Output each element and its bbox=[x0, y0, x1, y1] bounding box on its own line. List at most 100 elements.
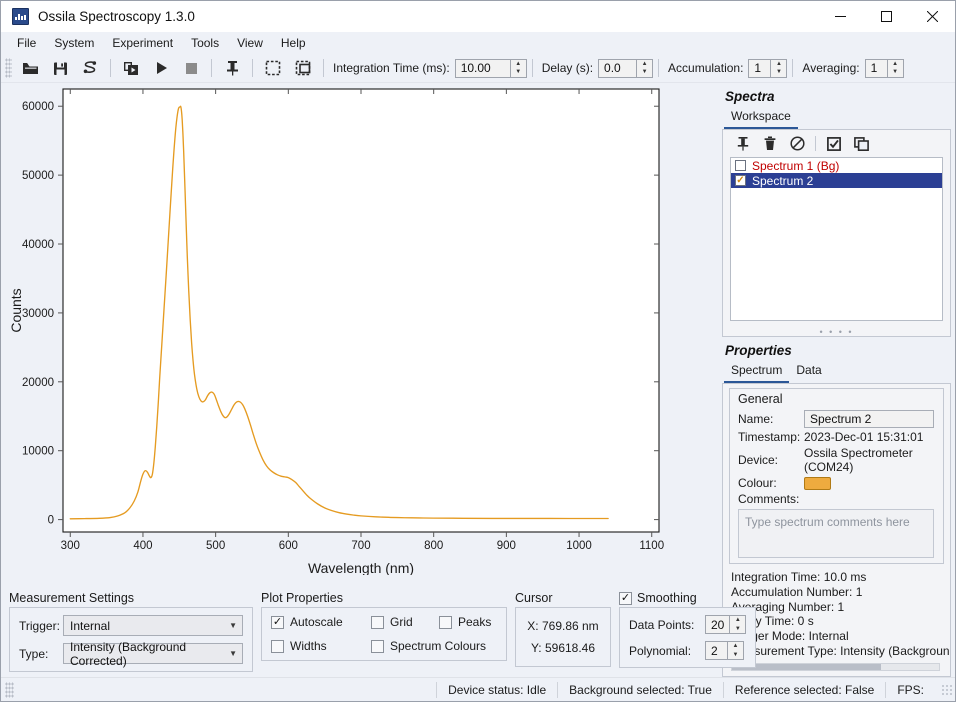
polynomial-arrows[interactable]: ▲ ▼ bbox=[727, 641, 744, 660]
spectra-title: Spectra bbox=[725, 89, 775, 104]
measurement-settings-caption: Measurement Settings bbox=[9, 591, 135, 605]
duplicate-icon[interactable] bbox=[848, 133, 874, 155]
delay-arrows[interactable]: ▲ ▼ bbox=[636, 58, 654, 78]
acquisition-metadata: Integration Time: 10.0 ms Accumulation N… bbox=[723, 564, 950, 659]
menu-item-view[interactable]: View bbox=[229, 33, 271, 53]
menu-item-experiment[interactable]: Experiment bbox=[104, 33, 181, 53]
spectra-list[interactable]: Spectrum 1 (Bg) ✓ Spectrum 2 bbox=[730, 157, 943, 321]
averaging-arrows[interactable]: ▲ ▼ bbox=[886, 58, 904, 78]
checkbox-peaks[interactable]: Peaks bbox=[439, 615, 491, 629]
delay-up[interactable]: ▲ bbox=[637, 60, 652, 69]
data-points-down[interactable]: ▼ bbox=[730, 625, 745, 634]
integration-time-arrows[interactable]: ▲ ▼ bbox=[509, 58, 527, 78]
bottom-settings-bar: Measurement Settings Trigger: Internal ▼… bbox=[1, 589, 757, 677]
integration-time-down[interactable]: ▼ bbox=[511, 68, 526, 77]
colour-swatch[interactable] bbox=[804, 476, 831, 490]
cursor-y-readout: Y: 59618.46 bbox=[530, 641, 596, 655]
comments-textarea[interactable]: Type spectrum comments here bbox=[738, 509, 934, 558]
name-label: Name: bbox=[738, 412, 774, 426]
data-points-up[interactable]: ▲ bbox=[730, 616, 745, 625]
toolbar-drag-handle[interactable] bbox=[5, 58, 12, 78]
comments-label: Comments: bbox=[738, 492, 800, 506]
spectrum-1-checkbox[interactable] bbox=[735, 160, 746, 171]
checkbox-spectrum-colours-box[interactable] bbox=[371, 639, 384, 653]
trigger-row: Trigger: Internal ▼ bbox=[19, 615, 243, 636]
pin-icon[interactable] bbox=[730, 133, 756, 155]
spectrum-2-checkbox[interactable]: ✓ bbox=[735, 175, 746, 186]
run-sequence-icon[interactable] bbox=[116, 56, 146, 81]
toolbar-separator bbox=[110, 59, 111, 77]
delay-down[interactable]: ▼ bbox=[637, 68, 652, 77]
select-single-icon[interactable] bbox=[288, 56, 318, 81]
checkbox-autoscale-label: Autoscale bbox=[290, 615, 343, 629]
menu-item-tools[interactable]: Tools bbox=[183, 33, 227, 53]
integration-time-stepper[interactable]: 10.00 ▲ ▼ bbox=[454, 58, 527, 78]
minimize-button[interactable] bbox=[817, 1, 863, 32]
polynomial-down[interactable]: ▼ bbox=[728, 651, 743, 660]
trigger-select[interactable]: Internal ▼ bbox=[63, 615, 243, 636]
checkbox-spectrum-colours[interactable]: Spectrum Colours bbox=[371, 639, 486, 653]
close-button[interactable] bbox=[909, 1, 955, 32]
connect-device-icon[interactable] bbox=[75, 56, 105, 81]
plot-properties-frame: ✓ Autoscale Grid Peaks Widths Spectrum C… bbox=[261, 607, 507, 661]
tab-spectrum[interactable]: Spectrum bbox=[724, 360, 790, 383]
accumulation-arrows[interactable]: ▲ ▼ bbox=[770, 58, 788, 78]
accumulation-down[interactable]: ▼ bbox=[771, 68, 786, 77]
tab-data[interactable]: Data bbox=[789, 360, 828, 383]
type-select[interactable]: Intensity (Background Corrected) ▼ bbox=[63, 640, 243, 668]
plot-properties-group: Plot Properties ✓ Autoscale Grid Peaks W… bbox=[261, 591, 507, 677]
checkbox-grid[interactable]: Grid bbox=[371, 615, 423, 629]
checkbox-grid-label: Grid bbox=[390, 615, 413, 629]
spectra-toolbar bbox=[723, 130, 950, 157]
averaging-up[interactable]: ▲ bbox=[888, 60, 903, 69]
name-field[interactable]: Spectrum 2 bbox=[804, 410, 934, 428]
properties-horizontal-scrollbar[interactable] bbox=[731, 662, 940, 671]
spectrum-plot[interactable]: 300 400 500 600 700 800 900 1000 1100 0 10000 20000… bbox=[1, 83, 717, 589]
checkbox-widths[interactable]: Widths bbox=[271, 639, 355, 653]
tab-workspace[interactable]: Workspace bbox=[724, 106, 798, 129]
averaging-down[interactable]: ▼ bbox=[888, 68, 903, 77]
smoothing-checkbox[interactable]: ✓ bbox=[619, 591, 632, 605]
accumulation-up[interactable]: ▲ bbox=[771, 60, 786, 69]
averaging-stepper[interactable]: 1 ▲ ▼ bbox=[864, 58, 904, 78]
integration-time-up[interactable]: ▲ bbox=[511, 60, 526, 69]
list-item[interactable]: ✓ Spectrum 2 bbox=[731, 173, 942, 188]
timestamp-value: 2023-Dec-01 15:31:01 bbox=[804, 430, 924, 444]
data-points-arrows[interactable]: ▲ ▼ bbox=[729, 615, 747, 634]
data-points-stepper[interactable]: 20 ▲ ▼ bbox=[705, 615, 747, 634]
maximize-button[interactable] bbox=[863, 1, 909, 32]
pin-icon[interactable] bbox=[217, 56, 247, 81]
delay-value[interactable]: 0.0 bbox=[598, 58, 637, 78]
accumulation-stepper[interactable]: 1 ▲ ▼ bbox=[748, 58, 788, 78]
accumulation-value[interactable]: 1 bbox=[748, 58, 771, 78]
menu-item-file[interactable]: File bbox=[9, 33, 44, 53]
open-folder-icon[interactable] bbox=[15, 56, 45, 81]
checkbox-widths-box[interactable] bbox=[271, 639, 284, 653]
polynomial-stepper[interactable]: 2 ▲ ▼ bbox=[705, 641, 744, 660]
checkbox-autoscale[interactable]: ✓ Autoscale bbox=[271, 615, 355, 629]
checkbox-autoscale-box[interactable]: ✓ bbox=[271, 615, 284, 629]
delete-icon[interactable] bbox=[757, 133, 783, 155]
menu-item-help[interactable]: Help bbox=[273, 33, 314, 53]
save-disk-icon[interactable] bbox=[45, 56, 75, 81]
disable-icon[interactable] bbox=[784, 133, 810, 155]
type-label: Type: bbox=[19, 646, 49, 661]
spectrum-chart-canvas[interactable]: 300 400 500 600 700 800 900 1000 1100 0 10000 20000… bbox=[1, 83, 719, 575]
toolbar-separator-4 bbox=[323, 59, 324, 77]
checkbox-grid-box[interactable] bbox=[371, 615, 384, 629]
averaging-value[interactable]: 1 bbox=[864, 58, 887, 78]
integration-time-value[interactable]: 10.00 bbox=[454, 58, 510, 78]
checkbox-peaks-box[interactable] bbox=[439, 615, 452, 629]
stop-icon[interactable] bbox=[176, 56, 206, 81]
data-points-value[interactable]: 20 bbox=[705, 615, 730, 634]
play-icon[interactable] bbox=[146, 56, 176, 81]
select-region-icon[interactable] bbox=[258, 56, 288, 81]
delay-stepper[interactable]: 0.0 ▲ ▼ bbox=[598, 58, 654, 78]
spectra-panel-resize-handle[interactable]: • • • • bbox=[723, 328, 950, 337]
check-all-icon[interactable] bbox=[821, 133, 847, 155]
list-item[interactable]: Spectrum 1 (Bg) bbox=[731, 158, 942, 173]
status-bar-resize-grip[interactable] bbox=[941, 684, 952, 695]
polynomial-up[interactable]: ▲ bbox=[728, 642, 743, 651]
polynomial-value[interactable]: 2 bbox=[705, 641, 727, 660]
menu-item-system[interactable]: System bbox=[46, 33, 102, 53]
